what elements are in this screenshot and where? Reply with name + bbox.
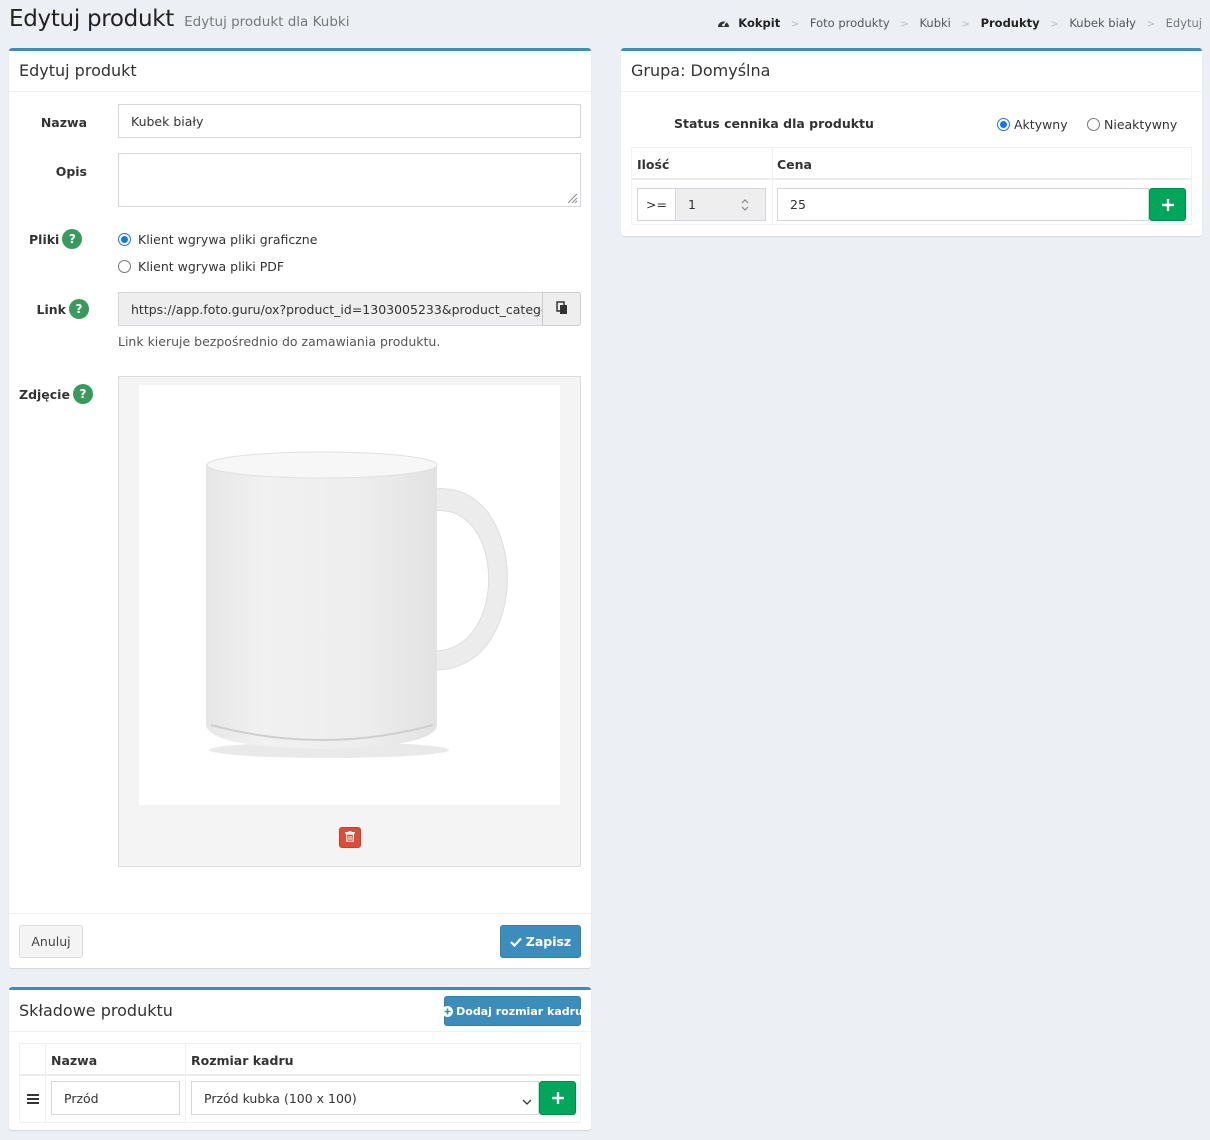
help-icon[interactable]: ?	[69, 299, 89, 319]
breadcrumb-foto-produkty[interactable]: Foto produkty	[810, 16, 890, 30]
plus-icon	[1161, 198, 1174, 211]
components-col-name: Nazwa	[51, 1053, 98, 1068]
radio-checked-icon[interactable]	[997, 118, 1010, 131]
breadcrumb-kokpit[interactable]: Kokpit	[738, 16, 780, 30]
copy-link-button[interactable]	[542, 292, 581, 326]
photo-label: Zdjęcie	[19, 386, 70, 402]
price-status-label: Status cennika dla produktu	[674, 116, 874, 131]
breadcrumb-separator: >	[1146, 19, 1155, 30]
files-label: Pliki	[29, 231, 60, 247]
files-option-pdf-label: Klient wgrywa pliki PDF	[138, 259, 285, 274]
status-option-active[interactable]: Aktywny	[997, 117, 1068, 132]
save-button-label: Zapisz	[525, 934, 572, 949]
trash-icon	[345, 830, 355, 845]
product-photo	[139, 385, 560, 805]
breadcrumb-produkty[interactable]: Produkty	[981, 16, 1040, 30]
plus-circle-icon	[442, 1005, 454, 1017]
dashboard-icon	[717, 17, 730, 32]
add-price-button[interactable]	[1149, 188, 1186, 221]
quantity-operator: >=	[637, 188, 676, 221]
link-input[interactable]: https://app.foto.guru/ox?product_id=1303…	[118, 292, 543, 326]
name-input[interactable]: Kubek biały	[118, 104, 581, 138]
page-subtitle: Edytuj produkt dla Kubki	[184, 14, 350, 30]
components-table: Nazwa Rozmiar kadru Przód Przód kubka (1…	[19, 1043, 581, 1124]
status-option-active-label: Aktywny	[1014, 117, 1068, 132]
status-option-inactive-label: Nieaktywny	[1104, 117, 1178, 132]
description-label: Opis	[55, 164, 87, 179]
stepper-arrows-icon[interactable]	[741, 198, 749, 215]
price-col-quantity: Ilość	[637, 157, 670, 172]
breadcrumb-kubek-bialy[interactable]: Kubek biały	[1069, 16, 1136, 30]
link-label-group: Link ?	[29, 299, 89, 319]
components-table-head-row	[20, 1044, 580, 1076]
files-option-graphic[interactable]: Klient wgrywa pliki graficzne	[118, 232, 317, 247]
page-header: Edytuj produkt Edytuj produkt dla Kubki …	[9, 6, 1202, 40]
add-frame-size-label: Dodaj rozmiar kadru	[456, 1004, 583, 1018]
component-name-input[interactable]: Przód	[51, 1081, 180, 1115]
price-col-divider	[772, 148, 773, 226]
price-input[interactable]: 25	[777, 188, 1149, 221]
photo-panel	[118, 376, 581, 867]
product-components-box: Składowe produktu Dodaj rozmiar kadru Na…	[9, 987, 591, 1130]
price-group-box: Grupa: Domyślna Status cennika dla produ…	[621, 48, 1202, 236]
edit-product-box: Edytuj produkt Nazwa Kubek biały Opis Pl…	[9, 48, 591, 968]
components-col-frame-size: Rozmiar kadru	[191, 1053, 294, 1068]
price-table-head-row	[632, 148, 1191, 180]
copy-icon	[555, 300, 568, 318]
frame-size-select-value: Przód kubka (100 x 100)	[204, 1090, 357, 1106]
mug-image	[206, 451, 508, 758]
breadcrumb-edytuj: Edytuj	[1165, 16, 1202, 30]
chevron-down-icon	[522, 1094, 532, 1109]
breadcrumb-separator: >	[790, 19, 800, 30]
components-col-divider	[185, 1044, 186, 1124]
files-option-graphic-label: Klient wgrywa pliki graficzne	[138, 232, 318, 247]
save-button[interactable]: Zapisz	[500, 925, 581, 958]
quantity-stepper[interactable]: 1	[675, 188, 766, 221]
description-textarea[interactable]	[118, 153, 581, 207]
photo-label-group: Zdjęcie ?	[19, 384, 93, 404]
files-label-group: Pliki ?	[29, 229, 83, 249]
delete-photo-button[interactable]	[339, 827, 361, 848]
add-component-button[interactable]	[539, 1081, 576, 1115]
components-col-divider	[45, 1044, 46, 1124]
cancel-button[interactable]: Anuluj	[19, 925, 83, 958]
name-label: Nazwa	[40, 115, 87, 130]
edit-product-box-title: Edytuj produkt	[9, 51, 591, 92]
resize-handle-icon[interactable]	[566, 192, 578, 208]
radio-unchecked-icon[interactable]	[1087, 118, 1100, 131]
breadcrumb-kubki[interactable]: Kubki	[919, 16, 950, 30]
radio-unchecked-icon[interactable]	[118, 260, 131, 273]
price-table: Ilość Cena >= 1 25	[631, 147, 1192, 226]
breadcrumb: Kokpit > Foto produkty > Kubki > Produkt…	[717, 16, 1202, 32]
link-label: Link	[36, 301, 66, 317]
help-icon[interactable]: ?	[72, 384, 93, 404]
breadcrumb-separator: >	[1050, 19, 1059, 30]
files-option-pdf[interactable]: Klient wgrywa pliki PDF	[118, 259, 284, 274]
plus-icon	[551, 1092, 564, 1104]
help-icon[interactable]: ?	[62, 229, 83, 249]
page-title: Edytuj produkt	[9, 6, 174, 32]
check-icon	[509, 937, 522, 947]
drag-handle-icon[interactable]	[27, 1093, 39, 1108]
add-frame-size-button[interactable]: Dodaj rozmiar kadru	[442, 996, 583, 1026]
quantity-stepper-value: 1	[688, 197, 696, 212]
frame-size-select[interactable]: Przód kubka (100 x 100)	[191, 1081, 539, 1115]
cancel-button-label: Anuluj	[31, 934, 71, 949]
breadcrumb-separator: >	[900, 19, 909, 30]
breadcrumb-separator: >	[961, 19, 970, 30]
radio-checked-icon[interactable]	[118, 233, 131, 246]
link-help-text: Link kieruje bezpośrednio do zamawiania …	[118, 334, 441, 349]
price-col-price: Cena	[777, 157, 812, 172]
price-group-box-title: Grupa: Domyślna	[621, 51, 1202, 92]
status-option-inactive[interactable]: Nieaktywny	[1087, 117, 1177, 132]
edit-box-footer-divider	[9, 913, 591, 914]
